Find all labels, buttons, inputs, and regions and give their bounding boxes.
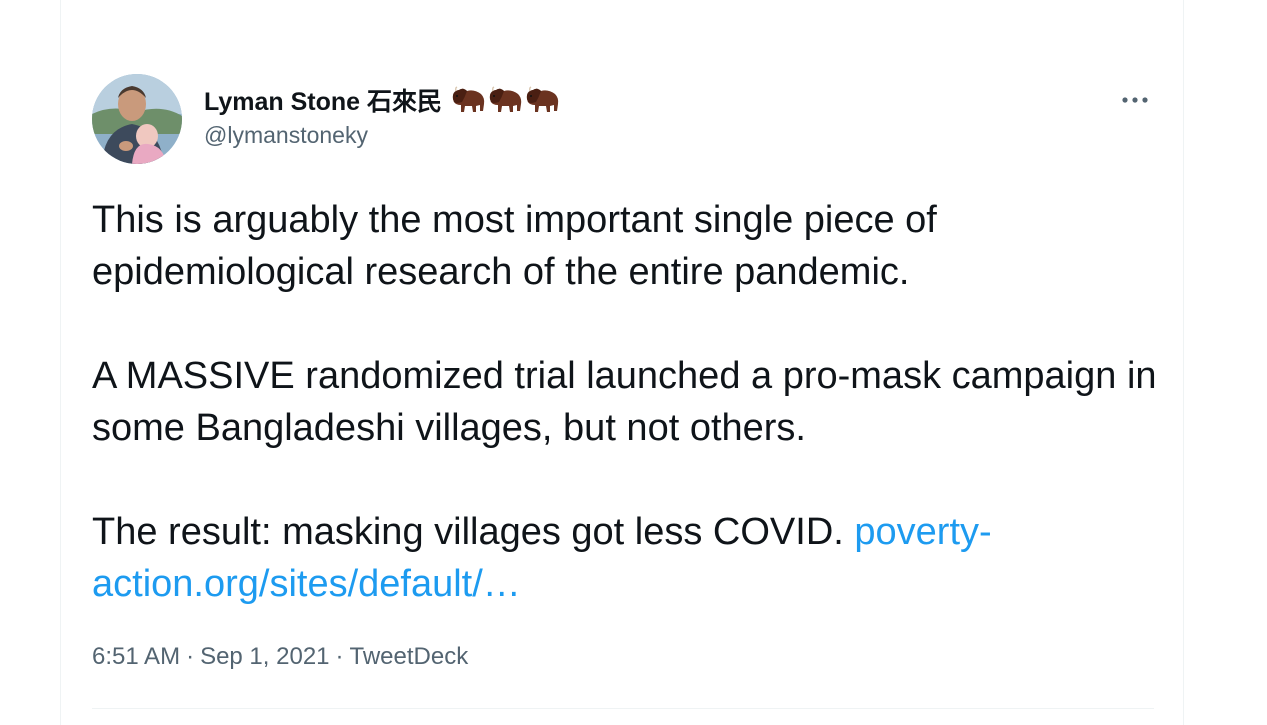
bison-icon [452, 86, 485, 112]
tweet-card: Lyman Stone 石來民 @lymanstoneky This is ar… [60, 0, 1184, 725]
tweet-paragraph: A MASSIVE randomized trial launched a pr… [92, 355, 1157, 449]
author-display-name[interactable]: Lyman Stone 石來民 [204, 82, 442, 118]
bison-icon [526, 86, 559, 112]
tweet-meta: 6:51 AM · Sep 1, 2021 · TweetDeck [92, 643, 468, 671]
tweet-paragraph: This is arguably the most important sing… [92, 199, 937, 293]
more-options-button[interactable] [1115, 80, 1155, 120]
author-name-row: Lyman Stone 石來民 [204, 84, 561, 116]
author-handle[interactable]: @lymanstoneky [204, 122, 368, 149]
more-dots-icon [1122, 97, 1148, 103]
avatar[interactable] [92, 74, 182, 164]
tweet-paragraph-text: The result: masking villages got less CO… [92, 511, 844, 553]
meta-separator: · [335, 643, 344, 670]
tweet-time[interactable]: 6:51 AM [92, 643, 180, 671]
avatar-photo [92, 74, 182, 164]
tweet-date[interactable]: Sep 1, 2021 [200, 643, 329, 671]
meta-separator: · [186, 643, 195, 670]
bison-icon [489, 86, 522, 112]
tweet-source[interactable]: TweetDeck [350, 643, 469, 671]
tweet-paragraph-with-link: The result: masking villages got less CO… [92, 506, 1162, 610]
divider [92, 708, 1154, 709]
name-emoji-group [450, 85, 561, 115]
page: Lyman Stone 石來民 @lymanstoneky This is ar… [0, 0, 1267, 725]
tweet-text: This is arguably the most important sing… [92, 194, 1162, 610]
